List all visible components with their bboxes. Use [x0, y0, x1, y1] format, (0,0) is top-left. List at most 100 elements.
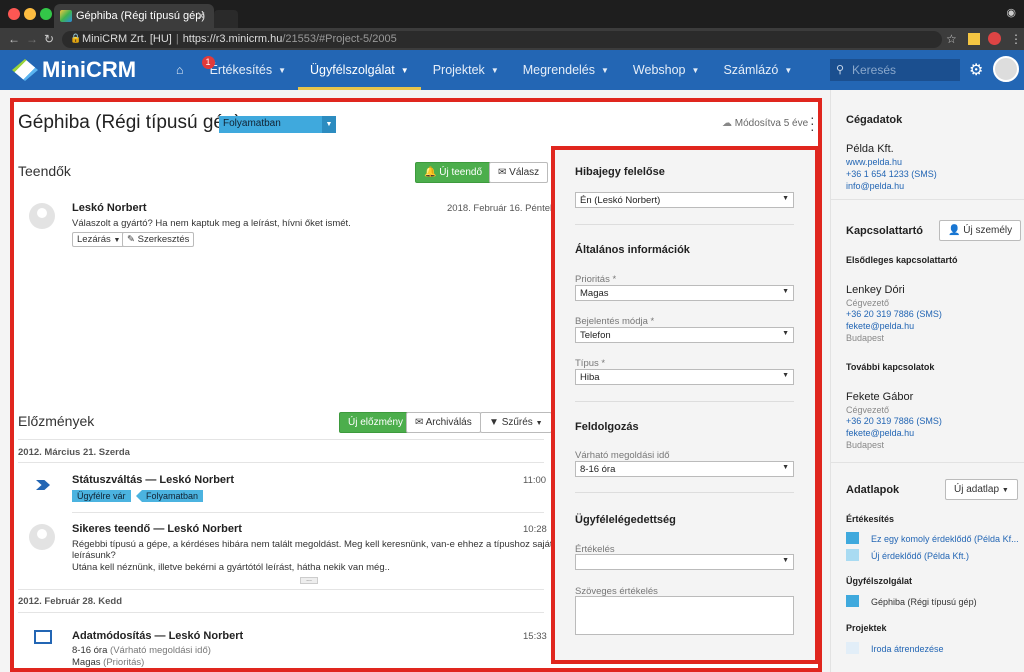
- company-email-link[interactable]: info@pelda.hu: [846, 181, 904, 191]
- contact-email-link[interactable]: fekete@pelda.hu: [846, 428, 914, 438]
- home-icon[interactable]: ⌂: [168, 50, 198, 90]
- history-entry-time: 10:28: [523, 524, 547, 535]
- new-task-button[interactable]: 🔔 Új teendő: [415, 162, 492, 183]
- owner-heading: Hibajegy felelőse: [575, 166, 665, 178]
- browser-tab-title: Géphiba (Régi típusú gép): [76, 10, 206, 22]
- datasheet-link[interactable]: Új érdeklődő (Példa Kft.): [871, 551, 969, 561]
- nav-webshop[interactable]: Webshop ▼: [621, 50, 712, 90]
- nav-orders[interactable]: Megrendelés ▼: [511, 50, 621, 90]
- task-author: Leskó Norbert: [72, 202, 147, 214]
- filter-label: Szűrés: [501, 417, 533, 428]
- mail-icon: ✉: [415, 417, 426, 428]
- nav-sales[interactable]: 1 Értékesítés ▼: [198, 50, 298, 90]
- processing-heading: Feldolgozás: [575, 421, 639, 433]
- url-field[interactable]: 🔒 MiniCRM Zrt. [HU] | https://r3.minicrm.h…: [62, 31, 942, 48]
- changed-value: 8-16 óra: [72, 645, 108, 656]
- status-dropdown[interactable]: Folyamatban ▼: [219, 116, 336, 133]
- archive-label: Archiválás: [425, 417, 472, 428]
- priority-select[interactable]: Magas ▼: [575, 285, 794, 301]
- extension-badge-icon[interactable]: [988, 32, 1001, 45]
- company-phone-link[interactable]: +36 1 654 1233 (SMS): [846, 169, 937, 179]
- page-title: Géphiba (Régi típusú gép): [18, 112, 241, 133]
- nav-support[interactable]: Ügyfélszolgálat ▼: [298, 50, 421, 90]
- history-entry-title: Sikeres teendő — Leskó Norbert: [72, 523, 242, 535]
- history-entry-text: Régebbi típusú a gépe, a kérdéses hibára…: [72, 539, 553, 550]
- report-method-select[interactable]: Telefon ▼: [575, 327, 794, 343]
- search-input[interactable]: ⚲ Keresés: [830, 59, 960, 81]
- company-name: Példa Kft.: [846, 143, 894, 155]
- datasheet-link[interactable]: Iroda átrendezése: [871, 644, 944, 654]
- chevron-down-icon: ▼: [490, 66, 499, 75]
- bookmark-star-icon[interactable]: ☆: [946, 32, 957, 46]
- eta-select[interactable]: 8-16 óra ▼: [575, 461, 794, 477]
- new-datasheet-button[interactable]: Új adatlap ▼: [945, 479, 1018, 500]
- app-header: MiniCRM ⌂ 1 Értékesítés ▼ Ügyfélszolgálat…: [0, 50, 1024, 90]
- divider: [831, 462, 1024, 463]
- contact-phone-link[interactable]: +36 20 319 7886 (SMS): [846, 416, 942, 426]
- chevron-down-icon: ▼: [691, 66, 700, 75]
- text-rating-field[interactable]: [575, 596, 794, 635]
- priority-value: Magas: [580, 288, 609, 299]
- sales-heading: Értékesítés: [846, 514, 895, 524]
- new-person-button[interactable]: 👤 Új személy: [939, 220, 1022, 241]
- right-sidebar: Cégadatok Példa Kft. www.pelda.hu +36 1 …: [830, 90, 1024, 672]
- changed-field: (Várható megoldási idő): [110, 645, 211, 656]
- gear-icon[interactable]: ⚙: [969, 60, 983, 80]
- main-area: Géphiba (Régi típusú gép) Folyamatban ▼ ☁…: [0, 90, 830, 672]
- contact-name: Lenkey Dóri: [846, 284, 905, 296]
- minicrm-logo[interactable]: MiniCRM: [12, 57, 136, 83]
- primary-contact-heading: Elsődleges kapcsolattartó: [846, 255, 958, 265]
- back-icon[interactable]: ←: [8, 32, 20, 46]
- minimize-window-button[interactable]: [24, 8, 36, 20]
- nav-invoicing[interactable]: Számlázó ▼: [711, 50, 804, 90]
- avatar: [29, 524, 55, 550]
- mail-icon: ✉: [498, 167, 510, 178]
- maximize-window-button[interactable]: [40, 8, 52, 20]
- reply-button[interactable]: ✉ Válasz: [489, 162, 549, 183]
- priority-label: Prioritás *: [575, 274, 617, 285]
- owner-select[interactable]: Én (Leskó Norbert) ▼: [575, 192, 794, 208]
- chevron-down-icon: ▼: [601, 66, 609, 75]
- contact-city: Budapest: [846, 440, 885, 450]
- status-swatch: [846, 595, 859, 607]
- datasheet-link[interactable]: Géphiba (Régi típusú gép): [871, 597, 977, 607]
- datasheet-link[interactable]: Ez egy komoly érdeklődő (Példa Kf...: [871, 534, 1019, 544]
- chevron-down-icon: ▼: [113, 237, 121, 244]
- reload-icon[interactable]: ↻: [44, 32, 54, 46]
- search-icon: ⚲: [836, 64, 845, 76]
- nav-support-label: Ügyfélszolgálat: [310, 63, 395, 77]
- notification-badge: 1: [201, 56, 215, 69]
- task-date: 2018. Február 16. Péntek: [447, 203, 555, 214]
- new-tab-button[interactable]: [214, 10, 238, 28]
- archive-button[interactable]: ✉ Archiválás: [406, 412, 481, 433]
- reply-label: Válasz: [509, 167, 540, 178]
- bell-icon: 🔔: [424, 167, 440, 178]
- new-history-button[interactable]: Új előzmény: [339, 412, 413, 433]
- contact-email-link[interactable]: fekete@pelda.hu: [846, 321, 914, 331]
- contact-phone-link[interactable]: +36 20 319 7886 (SMS): [846, 309, 942, 319]
- filter-button[interactable]: ▼ Szűrés ▼: [480, 412, 552, 433]
- divider: [18, 462, 544, 463]
- chevron-down-icon: ▼: [535, 420, 543, 427]
- company-web-link[interactable]: www.pelda.hu: [846, 157, 902, 167]
- user-avatar[interactable]: [993, 56, 1019, 82]
- new-history-label: Új előzmény: [348, 417, 404, 428]
- nav-projects[interactable]: Projektek ▼: [421, 50, 511, 90]
- browser-menu-icon[interactable]: ⋮: [1010, 32, 1022, 46]
- close-window-button[interactable]: [8, 8, 20, 20]
- forward-icon[interactable]: →: [26, 32, 38, 46]
- rating-select[interactable]: ▼: [575, 554, 794, 570]
- report-method-value: Telefon: [580, 330, 611, 341]
- type-select[interactable]: Hiba ▼: [575, 369, 794, 385]
- tab-close-icon[interactable]: ✕: [196, 9, 206, 23]
- edit-task-button[interactable]: ✎ Szerkesztés: [122, 232, 195, 247]
- extension-icon[interactable]: [968, 33, 980, 45]
- status-change-icon: [36, 480, 50, 490]
- close-task-button[interactable]: Lezárás ▼: [72, 232, 126, 247]
- more-options-icon[interactable]: · · ·: [810, 110, 815, 136]
- expand-button[interactable]: ...: [300, 576, 318, 584]
- new-datasheet-label: Új adatlap: [954, 484, 1000, 495]
- history-entry-time: 11:00: [523, 475, 547, 486]
- project-card: Géphiba (Régi típusú gép) Folyamatban ▼ ☁…: [10, 98, 822, 672]
- browser-tab[interactable]: Géphiba (Régi típusú gép) ✕: [54, 4, 214, 28]
